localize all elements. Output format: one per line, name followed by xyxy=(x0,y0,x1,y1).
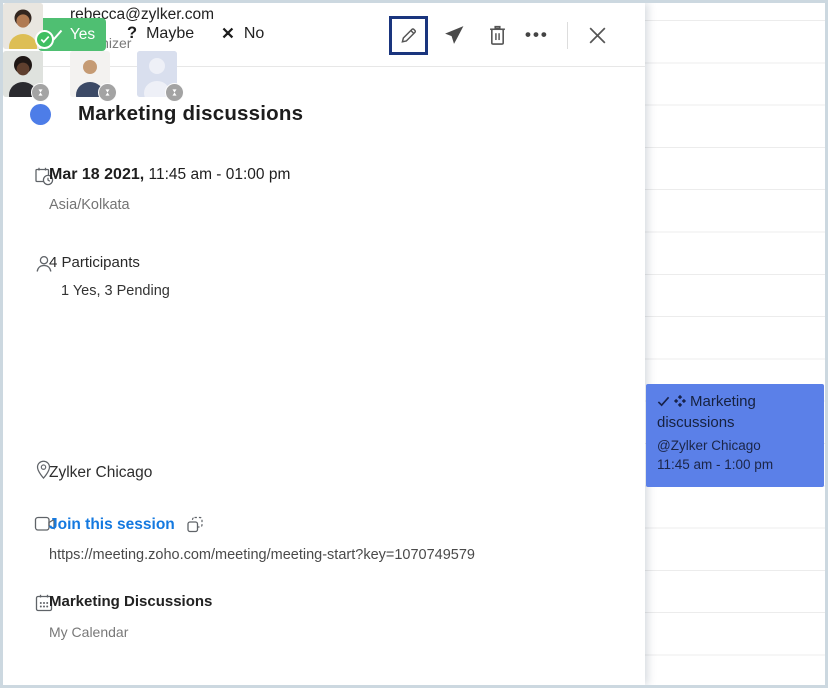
event-datetime: Mar 18 2021, 11:45 am - 01:00 pm xyxy=(49,166,290,184)
event-title: Marketing discussions xyxy=(78,102,303,126)
calendar-grid-pane: Marketing discussions @Zylker Chicago 11… xyxy=(645,3,825,685)
calendar-event-name: Marketing Discussions xyxy=(49,593,212,610)
datetime-row: Mar 18 2021, 11:45 am - 01:00 pm Asia/Ko… xyxy=(3,166,645,213)
hourglass-badge xyxy=(98,83,117,102)
event-chip-location: @Zylker Chicago xyxy=(657,436,814,455)
event-title-row: Marketing discussions xyxy=(30,102,303,126)
x-icon: ✕ xyxy=(221,24,235,44)
event-chip-time: 11:45 am - 1:00 pm xyxy=(657,455,814,474)
join-session-link[interactable]: Join this session xyxy=(49,516,175,534)
copy-link-button[interactable] xyxy=(185,515,205,535)
calendar-row: Marketing Discussions My Calendar xyxy=(3,593,645,640)
rsvp-yes-label: Yes xyxy=(70,26,95,44)
rsvp-no-button[interactable]: ✕ No xyxy=(221,24,264,44)
pencil-icon xyxy=(398,25,419,46)
meeting-icon xyxy=(673,394,687,408)
hourglass-badge xyxy=(165,83,184,102)
trash-icon xyxy=(486,23,509,48)
event-location: Zylker Chicago xyxy=(49,464,152,482)
participants-count: 4 Participants xyxy=(49,254,170,271)
rsvp-maybe-button[interactable]: ? Maybe xyxy=(127,24,194,43)
calendar-color-dot xyxy=(30,104,51,125)
event-detail-panel: Yes ? Maybe ✕ No ••• xyxy=(3,3,645,685)
hourglass-badge xyxy=(31,83,50,102)
toolbar-divider xyxy=(567,22,568,49)
event-chip-title: Marketing discussions xyxy=(657,393,756,431)
organizer-avatar[interactable] xyxy=(3,3,43,49)
close-button[interactable] xyxy=(587,25,608,46)
calendar-icon xyxy=(3,593,49,640)
location-icon xyxy=(3,459,49,486)
event-time: 11:45 am - 01:00 pm xyxy=(149,166,291,183)
participant-avatar[interactable] xyxy=(70,51,110,97)
check-icon xyxy=(657,395,670,408)
calendar-name: My Calendar xyxy=(49,624,212,640)
zoho-calendar-event-popup: Marketing discussions @Zylker Chicago 11… xyxy=(0,0,828,688)
copy-icon xyxy=(185,515,205,535)
edit-button[interactable] xyxy=(389,16,428,55)
question-icon: ? xyxy=(127,24,137,43)
more-options-button[interactable]: ••• xyxy=(525,20,549,50)
participants-icon xyxy=(3,254,49,299)
participant-avatar-placeholder[interactable] xyxy=(137,51,177,97)
close-icon xyxy=(587,25,608,46)
delete-button[interactable] xyxy=(486,23,509,48)
session-url: https://meeting.zoho.com/meeting/meeting… xyxy=(49,547,475,563)
participants-row: 4 Participants 1 Yes, 3 Pending xyxy=(3,254,645,299)
event-timezone: Asia/Kolkata xyxy=(49,197,290,213)
event-chip-title-line: Marketing discussions xyxy=(657,391,814,433)
send-button[interactable] xyxy=(442,24,466,47)
send-icon xyxy=(442,24,466,47)
event-date: Mar 18 2021, xyxy=(49,166,144,183)
participants-summary: 1 Yes, 3 Pending xyxy=(61,283,170,299)
rsvp-maybe-label: Maybe xyxy=(146,25,194,43)
rsvp-no-label: No xyxy=(244,25,264,43)
check-badge xyxy=(35,30,54,49)
calendar-event-chip[interactable]: Marketing discussions @Zylker Chicago 11… xyxy=(646,384,824,487)
participant-avatar[interactable] xyxy=(3,51,43,97)
session-row: Join this session https://meeting.zoho.c… xyxy=(3,515,645,563)
location-row: Zylker Chicago xyxy=(3,459,645,486)
datetime-icon xyxy=(3,166,49,213)
video-icon xyxy=(3,515,49,563)
